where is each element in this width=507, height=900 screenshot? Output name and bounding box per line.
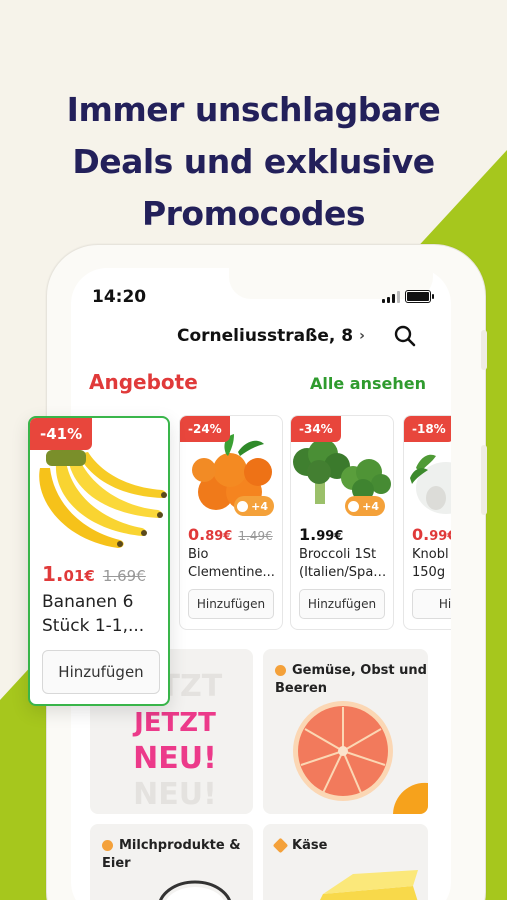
- product-card[interactable]: -18% 0.99€ Knobl150g Hinz: [403, 415, 451, 630]
- category-tile-dairy[interactable]: Milchprodukte & Eier: [90, 824, 253, 900]
- product-name: Knobl 150g: [412, 547, 449, 580]
- add-to-cart-button[interactable]: Hinz: [412, 589, 451, 619]
- discount-badge: -41%: [30, 418, 93, 450]
- category-icon: [102, 840, 113, 851]
- status-time: 14:20: [92, 287, 147, 307]
- category-tile-produce[interactable]: Gemüse, Obst und Beeren: [263, 649, 428, 814]
- product-name: Bio Clementine...: [188, 547, 275, 580]
- discount-badge: -24%: [180, 416, 230, 442]
- product-name: Broccoli 1St (Italien/Span...: [299, 547, 391, 580]
- add-to-cart-button[interactable]: Hinzufügen: [299, 589, 385, 619]
- category-icon: [275, 665, 286, 676]
- headline-line-1: Immer unschlagbare: [66, 90, 441, 129]
- add-to-cart-button[interactable]: Hinzufügen: [188, 589, 274, 619]
- see-all-link[interactable]: Alle ansehen: [310, 374, 426, 393]
- old-price: 1.69€: [102, 567, 146, 585]
- product-name: Bananen 6 Stück 1-1,...: [42, 592, 145, 636]
- garlic-image: [410, 454, 451, 514]
- milk-image: [159, 880, 231, 900]
- phone-side-button: [481, 445, 487, 515]
- search-icon[interactable]: [393, 324, 417, 348]
- product-price: 1.99€: [299, 525, 344, 544]
- grapefruit-image: [293, 701, 428, 814]
- headline-line-2: Deals und exklusive: [72, 142, 435, 181]
- discount-badge: -34%: [291, 416, 341, 442]
- banana-image: [39, 450, 167, 548]
- variants-badge: +4: [345, 496, 385, 516]
- promo-headline: Immer unschlagbare Deals und exklusive P…: [0, 84, 507, 240]
- cheese-image: [320, 870, 418, 900]
- product-price: 1.01€: [42, 562, 95, 586]
- product-price: 0.89€: [188, 525, 233, 544]
- variants-badge: +4: [234, 496, 274, 516]
- status-icons: [382, 290, 434, 303]
- category-label: Käse: [272, 837, 327, 855]
- featured-product-card[interactable]: -41% 1.01€ 1.69€ Bananen 6 Stück 1-1,...…: [28, 416, 170, 706]
- phone-side-button: [481, 330, 487, 370]
- product-price: 0.99€: [412, 525, 451, 544]
- product-card[interactable]: -34% +4 1.99€ Broccoli 1St (Italien/Span.…: [290, 415, 394, 630]
- category-label: Milchprodukte & Eier: [102, 838, 241, 871]
- delivery-address[interactable]: Corneliusstraße, 8 ›: [177, 326, 365, 346]
- signal-icon: [382, 290, 400, 303]
- section-title-offers: Angebote: [89, 370, 198, 394]
- chevron-right-icon: ›: [359, 328, 365, 344]
- product-card[interactable]: -24% +4 0.89€ 1.49€ Bio Clementine... Hin…: [179, 415, 283, 630]
- address-text: Corneliusstraße, 8: [177, 326, 354, 346]
- discount-badge: -18%: [404, 416, 451, 442]
- battery-icon: [405, 290, 434, 303]
- category-icon: [272, 837, 289, 854]
- old-price: 1.49€: [238, 529, 273, 543]
- category-tile-cheese[interactable]: Käse: [263, 824, 428, 900]
- add-to-cart-button[interactable]: Hinzufügen: [42, 650, 160, 694]
- headline-line-3: Promocodes: [141, 194, 366, 233]
